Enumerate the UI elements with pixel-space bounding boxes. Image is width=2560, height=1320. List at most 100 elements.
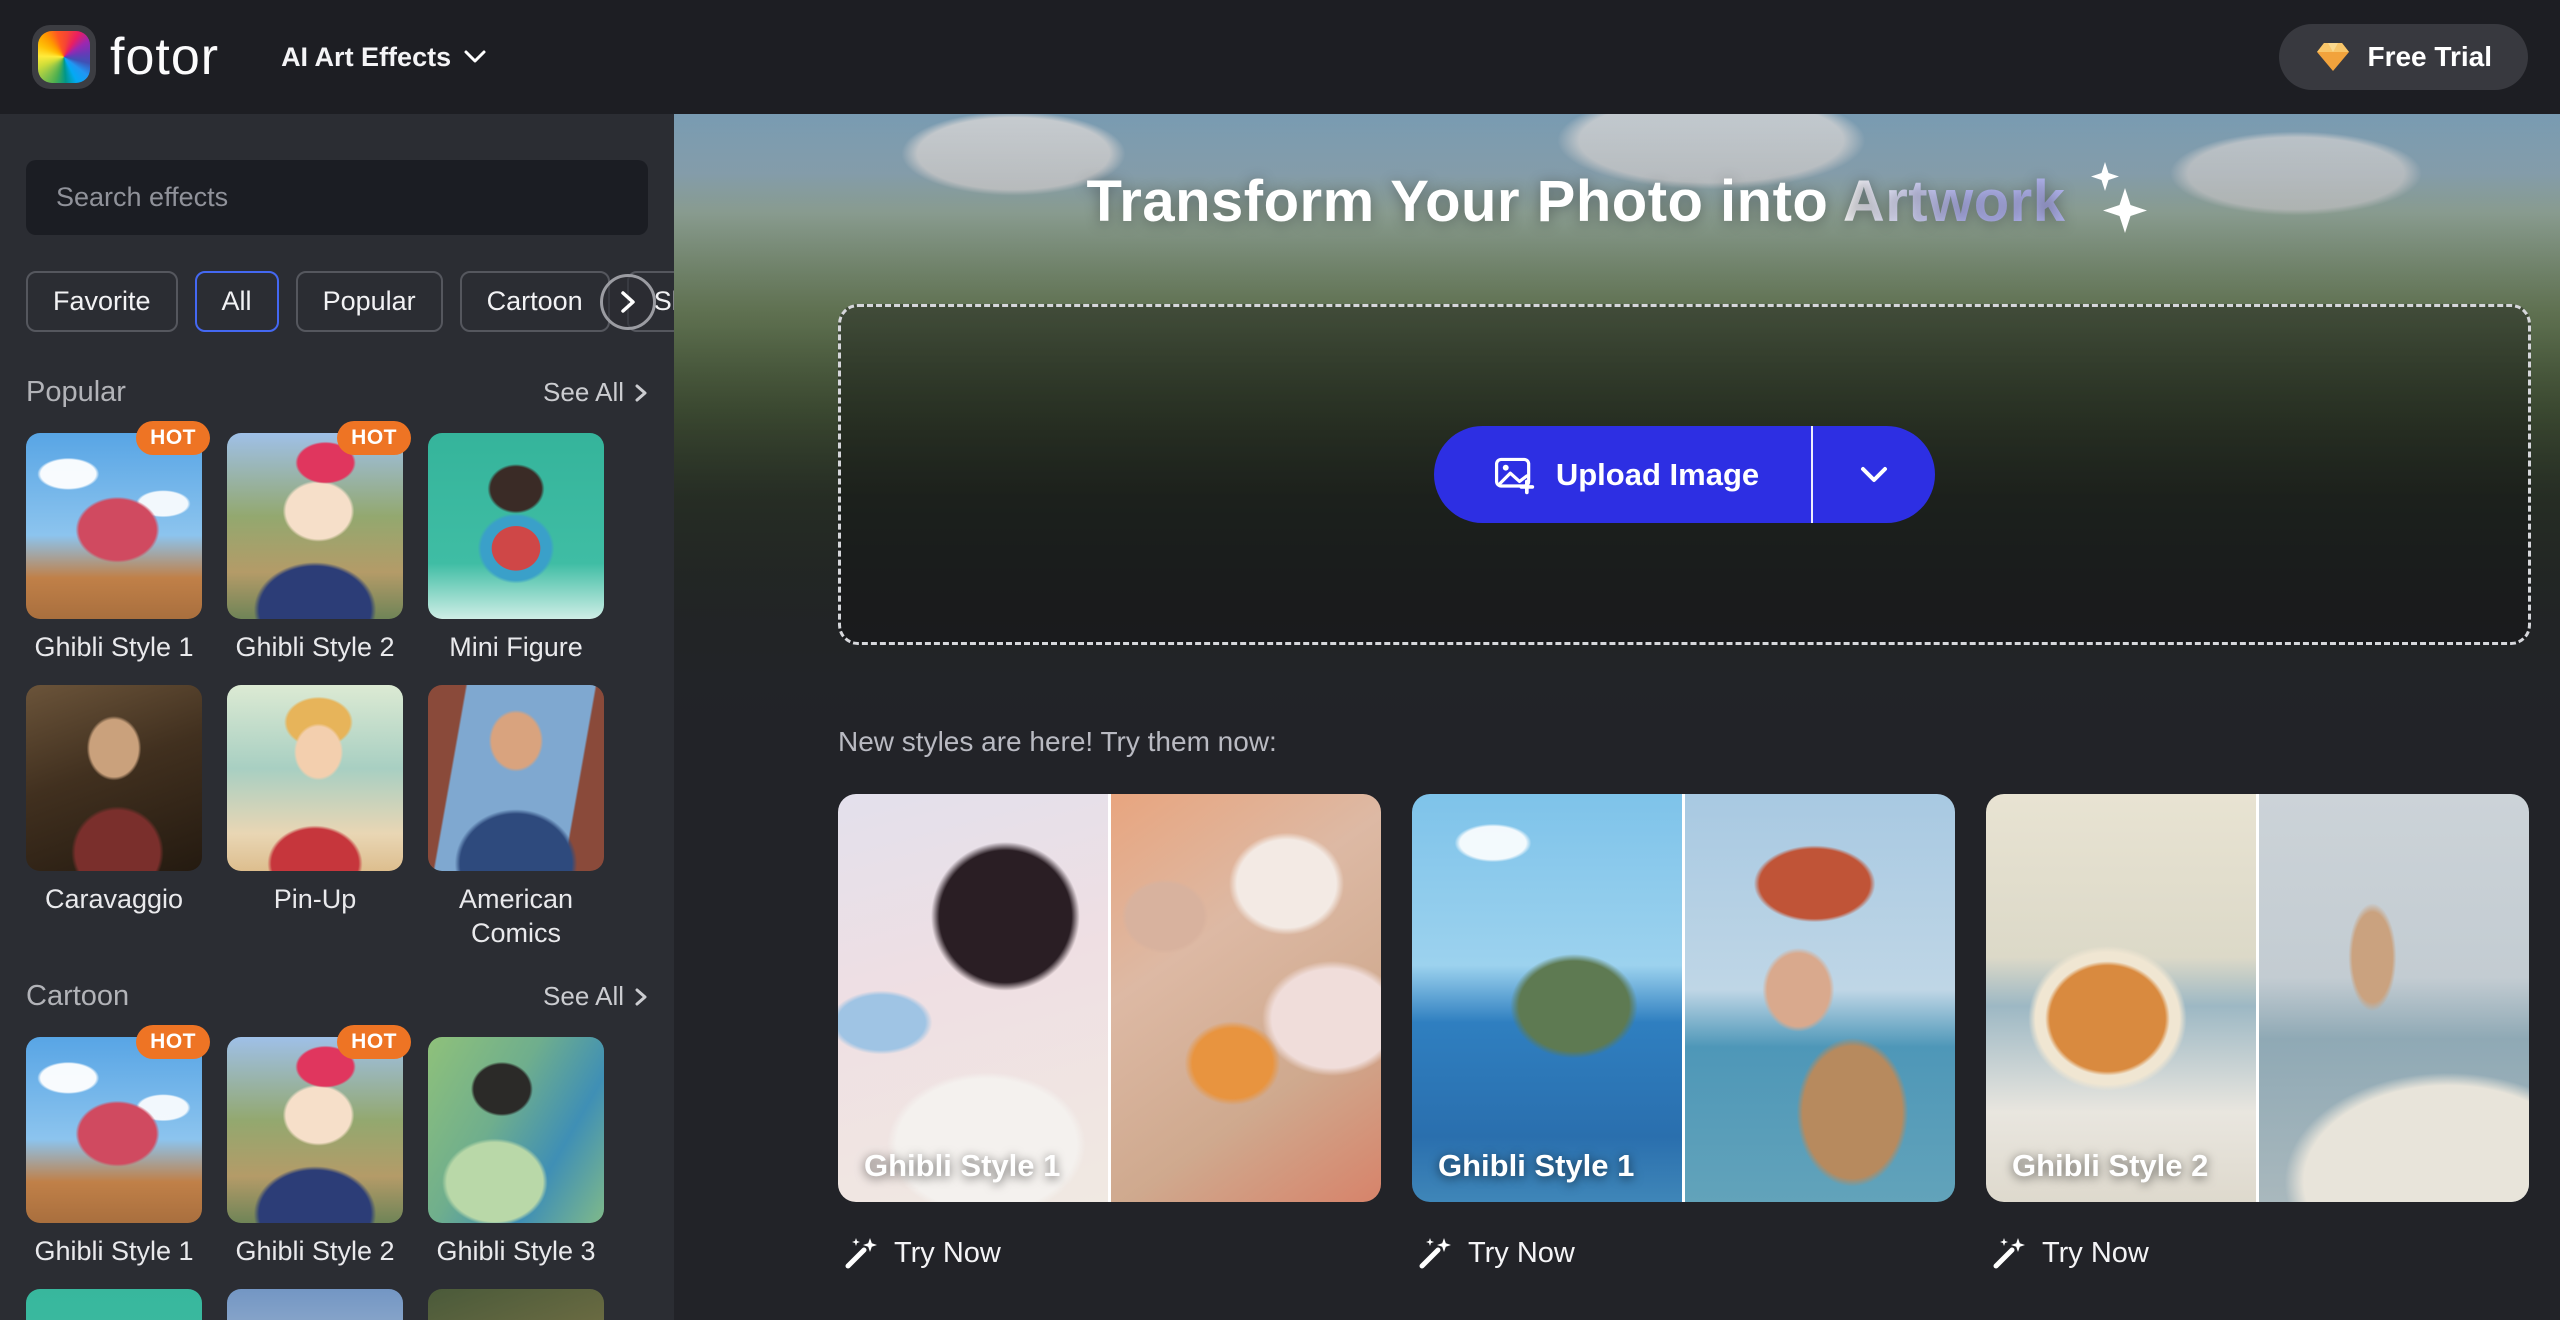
effect-card-ghibli-style-2[interactable]: HOT Ghibli Style 2 [227, 433, 403, 665]
see-all-label: See All [543, 377, 624, 408]
hot-badge: HOT [136, 1025, 210, 1059]
effect-card-american-comics[interactable]: American Comics [428, 685, 604, 951]
search-box[interactable] [26, 160, 648, 235]
filter-chip-all[interactable]: All [195, 271, 279, 332]
upload-image-button[interactable]: Upload Image [1434, 426, 1811, 523]
effect-label: Ghibli Style 2 [227, 1235, 403, 1269]
hero-title-row: Transform Your Photo into Artwork [674, 168, 2560, 248]
effect-thumbnail [227, 433, 403, 619]
effect-thumbnail [26, 433, 202, 619]
effect-thumbnail [26, 1037, 202, 1223]
popular-effects-grid: HOT Ghibli Style 1 HOT Ghibli Style 2 Mi… [26, 433, 648, 950]
effect-card-ghibli-style-3[interactable]: Ghibli Style 3 [428, 1037, 604, 1269]
try-now-label: Try Now [1468, 1237, 1575, 1270]
nav-label: AI Art Effects [281, 42, 451, 73]
magic-wand-icon [844, 1236, 878, 1270]
image-plus-icon [1492, 453, 1536, 497]
popular-section-header: Popular See All [26, 376, 648, 409]
effect-label: American Comics [428, 883, 604, 951]
before-photo-half [1685, 794, 1955, 1202]
section-title: Cartoon [26, 980, 129, 1013]
effect-label: Pin-Up [227, 883, 403, 917]
effect-card-partial-2[interactable] [227, 1289, 403, 1320]
cartoon-effects-grid: HOT Ghibli Style 1 HOT Ghibli Style 2 Gh… [26, 1037, 648, 1320]
effect-thumbnail [428, 685, 604, 871]
effect-thumbnail [227, 685, 403, 871]
effects-sidebar: Favorite All Popular Cartoon Sketch Popu… [0, 114, 674, 1320]
filter-chip-row: Favorite All Popular Cartoon Sketch [26, 271, 648, 332]
search-input[interactable] [56, 182, 618, 213]
cartoon-see-all-link[interactable]: See All [543, 981, 648, 1012]
free-trial-button[interactable]: Free Trial [2279, 24, 2528, 90]
after-art-half [838, 794, 1108, 1202]
effect-card-ghibli-style-1[interactable]: HOT Ghibli Style 1 [26, 1037, 202, 1269]
effect-label: Ghibli Style 2 [227, 631, 403, 665]
before-after-image[interactable]: Ghibli Style 1 [838, 794, 1381, 1202]
before-after-image[interactable]: Ghibli Style 2 [1986, 794, 2529, 1202]
chevron-right-icon [634, 383, 648, 403]
fotor-logo-icon [32, 25, 96, 89]
effect-label: Caravaggio [26, 883, 202, 917]
new-styles-heading: New styles are here! Try them now: [838, 726, 1277, 758]
effect-card-ghibli-style-2[interactable]: HOT Ghibli Style 2 [227, 1037, 403, 1269]
style-card-label: Ghibli Style 1 [864, 1148, 1060, 1184]
effect-label: Ghibli Style 1 [26, 631, 202, 665]
effect-thumbnail [227, 1289, 403, 1320]
popular-see-all-link[interactable]: See All [543, 377, 648, 408]
top-header: fotor AI Art Effects Free Trial [0, 0, 2560, 114]
new-styles-cards-row: Ghibli Style 1 Try Now Ghibli Style 1 [838, 794, 2529, 1270]
try-now-label: Try Now [894, 1237, 1001, 1270]
try-now-button[interactable]: Try Now [1412, 1236, 1955, 1270]
style-card-label: Ghibli Style 2 [2012, 1148, 2208, 1184]
chevron-down-icon [463, 49, 487, 65]
effect-thumbnail [428, 433, 604, 619]
effect-label: Ghibli Style 1 [26, 1235, 202, 1269]
nav-ai-art-effects[interactable]: AI Art Effects [281, 42, 487, 73]
gem-icon [2315, 41, 2351, 73]
effect-card-caravaggio[interactable]: Caravaggio [26, 685, 202, 951]
effect-card-pin-up[interactable]: Pin-Up [227, 685, 403, 951]
effect-card-partial-3[interactable] [428, 1289, 604, 1320]
section-title: Popular [26, 376, 126, 409]
effect-thumbnail [26, 1289, 202, 1320]
chevron-right-icon [634, 987, 648, 1007]
hot-badge: HOT [337, 421, 411, 455]
magic-wand-icon [1992, 1236, 2026, 1270]
effect-thumbnail [26, 685, 202, 871]
style-card-ghibli-style-1-a[interactable]: Ghibli Style 1 Try Now [838, 794, 1381, 1270]
hot-badge: HOT [337, 1025, 411, 1059]
before-photo-half [2259, 794, 2529, 1202]
try-now-label: Try Now [2042, 1237, 2149, 1270]
try-now-button[interactable]: Try Now [1986, 1236, 2529, 1270]
fotor-logo[interactable]: fotor [32, 25, 219, 89]
upload-options-button[interactable] [1813, 426, 1935, 523]
filter-chip-favorite[interactable]: Favorite [26, 271, 178, 332]
filter-chip-cartoon[interactable]: Cartoon [460, 271, 610, 332]
style-card-ghibli-style-2[interactable]: Ghibli Style 2 Try Now [1986, 794, 2529, 1270]
effect-label: Ghibli Style 3 [428, 1235, 604, 1269]
filter-chip-popular[interactable]: Popular [296, 271, 443, 332]
effect-card-partial-1[interactable] [26, 1289, 202, 1320]
effect-thumbnail [428, 1289, 604, 1320]
effect-label: Mini Figure [428, 631, 604, 665]
cartoon-section-header: Cartoon See All [26, 980, 648, 1013]
magic-wand-icon [1418, 1236, 1452, 1270]
title-highlight: Artwork [1843, 169, 2066, 234]
brand-name: fotor [110, 27, 219, 87]
style-card-label: Ghibli Style 1 [1438, 1148, 1634, 1184]
after-art-half [1412, 794, 1682, 1202]
upload-button-label: Upload Image [1556, 457, 1759, 493]
sparkles-icon [2083, 162, 2147, 248]
page-title: Transform Your Photo into Artwork [1087, 168, 2066, 235]
effect-card-ghibli-style-1[interactable]: HOT Ghibli Style 1 [26, 433, 202, 665]
hot-badge: HOT [136, 421, 210, 455]
upload-dropzone[interactable]: Upload Image [838, 304, 2531, 645]
upload-button-group: Upload Image [1434, 426, 1935, 523]
main-content: Transform Your Photo into Artwork Uploa [674, 114, 2560, 1320]
effect-card-mini-figure[interactable]: Mini Figure [428, 433, 604, 665]
before-after-image[interactable]: Ghibli Style 1 [1412, 794, 1955, 1202]
filter-scroll-right-button[interactable] [600, 274, 656, 330]
effect-thumbnail [227, 1037, 403, 1223]
style-card-ghibli-style-1-b[interactable]: Ghibli Style 1 Try Now [1412, 794, 1955, 1270]
try-now-button[interactable]: Try Now [838, 1236, 1381, 1270]
